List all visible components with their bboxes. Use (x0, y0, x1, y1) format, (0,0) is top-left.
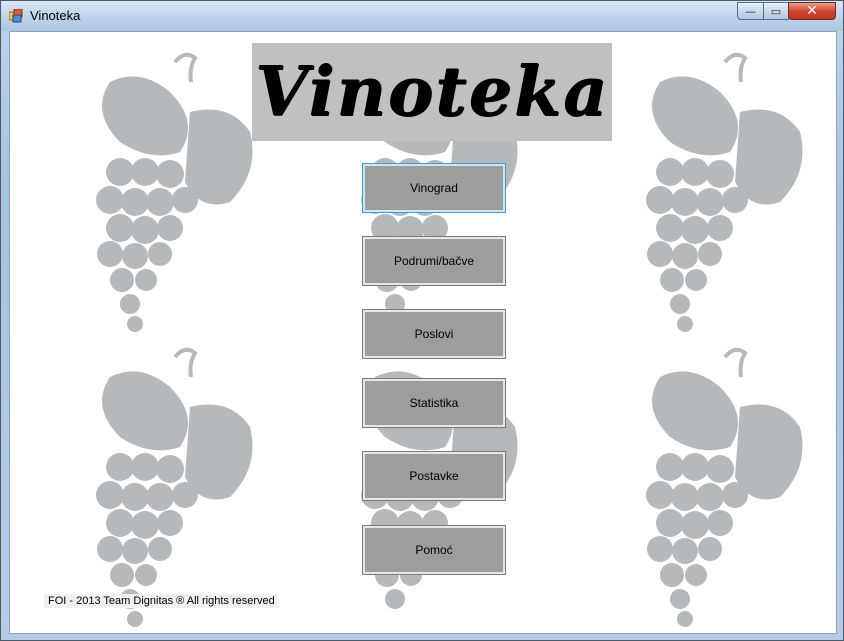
app-window-icon (9, 9, 23, 23)
logo-banner: Vinoteka (252, 43, 612, 141)
main-form: Vinoteka Vinograd Podrumi/bačve Poslovi … (9, 31, 837, 634)
grape-watermark-icon (646, 347, 803, 627)
close-button[interactable]: ✕ (788, 2, 836, 20)
close-icon: ✕ (806, 3, 818, 19)
poslovi-button[interactable]: Poslovi (362, 309, 506, 359)
window-title: Vinoteka (30, 8, 81, 23)
grape-watermark-icon (96, 52, 253, 332)
app-window: Vinoteka — ▭ ✕ Vinoteka Vinograd Podrumi… (0, 0, 844, 641)
grape-watermark-icon (646, 52, 803, 332)
podrumi-bacve-button[interactable]: Podrumi/bačve (362, 236, 506, 286)
statistika-button[interactable]: Statistika (362, 378, 506, 428)
copyright-label: FOI - 2013 Team Dignitas ® All rights re… (44, 594, 279, 608)
postavke-button[interactable]: Postavke (362, 451, 506, 501)
title-bar[interactable]: Vinoteka — ▭ ✕ (1, 1, 843, 31)
grape-watermark-icon (96, 347, 253, 627)
pomoc-button[interactable]: Pomoć (362, 525, 506, 575)
maximize-button[interactable]: ▭ (763, 2, 789, 20)
vinograd-button[interactable]: Vinograd (362, 163, 506, 213)
logo-text: Vinoteka (254, 52, 610, 132)
minimize-icon: — (745, 4, 756, 18)
maximize-icon: ▭ (770, 4, 782, 18)
minimize-button[interactable]: — (737, 2, 764, 20)
